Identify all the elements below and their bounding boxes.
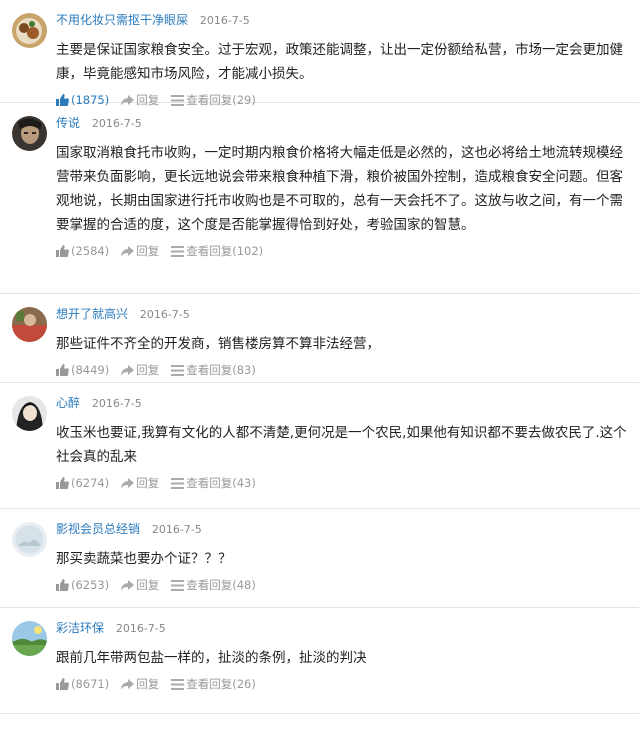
avatar[interactable] <box>12 396 47 431</box>
like-count: (2584) <box>71 244 110 258</box>
comment-text: 主要是保证国家粮食安全。过于宏观，政策还能调整，让出一定份额给私营，市场一定会更… <box>56 42 623 82</box>
like-button[interactable]: (8449) <box>56 360 109 380</box>
reply-label: 回复 <box>136 578 160 592</box>
comment-text: 那些证件不齐全的开发商，销售楼房算不算非法经营， <box>56 336 380 352</box>
avatar-warrior-icon <box>12 116 47 151</box>
avatar[interactable] <box>12 13 47 48</box>
avatar-default-icon <box>12 522 47 557</box>
username[interactable]: 影视会员总经销 <box>56 522 140 536</box>
reply-label: 回复 <box>136 476 160 490</box>
comment-date: 2016-7-5 <box>199 14 250 27</box>
share-arrow-icon <box>121 579 135 591</box>
like-button[interactable]: (6253) <box>56 575 109 595</box>
comment-date: 2016-7-5 <box>91 117 142 130</box>
thumbs-up-icon <box>56 477 69 489</box>
share-arrow-icon <box>121 678 135 690</box>
like-button[interactable]: (2584) <box>56 241 109 261</box>
view-replies-label: 查看回复 <box>186 677 233 691</box>
username[interactable]: 彩洁环保 <box>56 621 104 635</box>
reply-button[interactable]: 回复 <box>121 473 159 493</box>
comment-text: 国家取消粮食托市收购，一定时期内粮食价格将大幅走低是必然的，这也必将给土地流转规… <box>56 145 623 233</box>
thumbs-up-icon <box>56 245 69 257</box>
reply-label: 回复 <box>136 677 160 691</box>
comment-item: 传说 2016-7-5 国家取消粮食托市收购，一定时期内粮食价格将大幅走低是必然… <box>0 103 639 294</box>
view-replies-button[interactable]: 查看回复 (43) <box>171 473 256 493</box>
view-replies-label: 查看回复 <box>186 578 233 592</box>
like-count: (8671) <box>71 677 110 691</box>
comment-item: 不用化妆只需抠干净眼屎 2016-7-5 主要是保证国家粮食安全。过于宏观，政策… <box>0 0 639 107</box>
like-count: (6274) <box>71 476 110 490</box>
view-replies-label: 查看回复 <box>186 476 233 490</box>
reply-count: (83) <box>232 363 256 377</box>
view-replies-button[interactable]: 查看回复 (48) <box>171 575 256 595</box>
reply-button[interactable]: 回复 <box>121 360 159 380</box>
avatar[interactable] <box>12 621 47 656</box>
like-count: (8449) <box>71 363 110 377</box>
thumbs-up-icon <box>56 579 69 591</box>
menu-lines-icon <box>171 245 185 257</box>
like-count: (6253) <box>71 578 110 592</box>
menu-lines-icon <box>171 678 185 690</box>
comment-item: 影视会员总经销 2016-7-5 那买卖蔬菜也要办个证？？？ (6253) 回复… <box>0 509 639 608</box>
thumbs-up-icon <box>56 678 69 690</box>
reply-count: (43) <box>232 476 256 490</box>
like-button[interactable]: (8671) <box>56 674 109 694</box>
reply-button[interactable]: 回复 <box>121 674 159 694</box>
view-replies-label: 查看回复 <box>186 244 233 258</box>
view-replies-label: 查看回复 <box>186 363 233 377</box>
reply-label: 回复 <box>136 244 160 258</box>
view-replies-button[interactable]: 查看回复 (26) <box>171 674 256 694</box>
avatar-food-icon <box>12 13 47 48</box>
comment-date: 2016-7-5 <box>115 622 166 635</box>
menu-lines-icon <box>171 579 185 591</box>
username[interactable]: 传说 <box>56 116 80 130</box>
reply-count: (26) <box>232 677 256 691</box>
reply-count: (48) <box>232 578 256 592</box>
avatar-anime-icon <box>12 396 47 431</box>
share-arrow-icon <box>121 364 135 376</box>
view-replies-button[interactable]: 查看回复 (102) <box>171 241 263 261</box>
username[interactable]: 不用化妆只需抠干净眼屎 <box>56 13 188 27</box>
reply-label: 回复 <box>136 363 160 377</box>
reply-count: (102) <box>232 244 264 258</box>
share-arrow-icon <box>121 477 135 489</box>
comment-text: 收玉米也要证,我算有文化的人都不清楚,更何况是一个农民,如果他有知识都不要去做农… <box>56 425 627 465</box>
username[interactable]: 想开了就高兴 <box>56 307 128 321</box>
reply-button[interactable]: 回复 <box>121 241 159 261</box>
comment-text: 那买卖蔬菜也要办个证？？？ <box>56 551 232 567</box>
comment-item: 心醉 2016-7-5 收玉米也要证,我算有文化的人都不清楚,更何况是一个农民,… <box>0 383 639 509</box>
avatar[interactable] <box>12 116 47 151</box>
avatar-photo-icon <box>12 307 47 342</box>
thumbs-up-icon <box>56 364 69 376</box>
menu-lines-icon <box>171 364 185 376</box>
comment-date: 2016-7-5 <box>91 397 142 410</box>
comment-date: 2016-7-5 <box>151 523 202 536</box>
avatar[interactable] <box>12 307 47 342</box>
comment-text: 跟前几年带两包盐一样的，扯淡的条例，扯淡的判决 <box>56 650 367 666</box>
comment-item: 想开了就高兴 2016-7-5 那些证件不齐全的开发商，销售楼房算不算非法经营，… <box>0 294 639 383</box>
comment-date: 2016-7-5 <box>139 308 190 321</box>
username[interactable]: 心醉 <box>56 396 80 410</box>
share-arrow-icon <box>121 245 135 257</box>
comment-item: 彩洁环保 2016-7-5 跟前几年带两包盐一样的，扯淡的条例，扯淡的判决 (8… <box>0 608 639 714</box>
menu-lines-icon <box>171 477 185 489</box>
like-button[interactable]: (6274) <box>56 473 109 493</box>
view-replies-button[interactable]: 查看回复 (83) <box>171 360 256 380</box>
reply-button[interactable]: 回复 <box>121 575 159 595</box>
avatar[interactable] <box>12 522 47 557</box>
avatar-landscape-icon <box>12 621 47 656</box>
